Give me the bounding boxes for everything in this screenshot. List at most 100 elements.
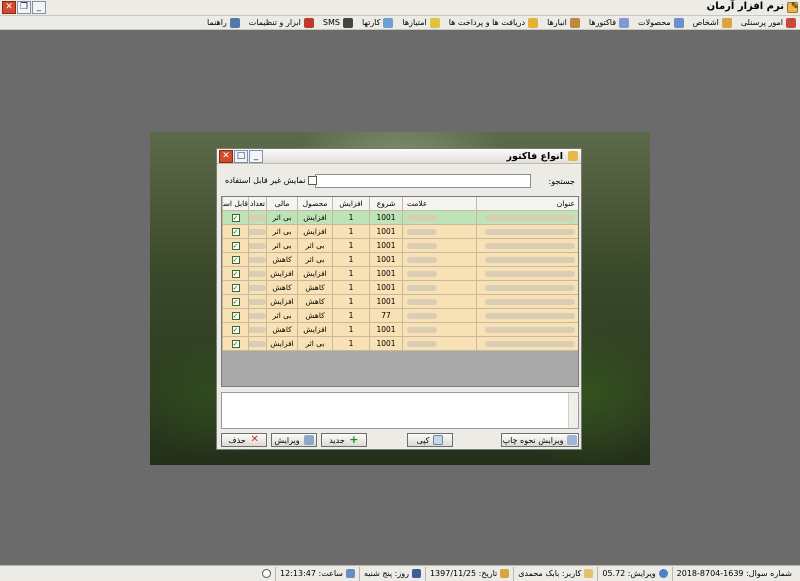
title-cell [476, 267, 578, 281]
table-row[interactable]: 1001 1 افزایش بی اثر ✓ [222, 225, 578, 239]
usable-checkbox[interactable]: ✓ [231, 326, 240, 334]
search-input[interactable] [315, 174, 531, 188]
menu-item-products[interactable]: محصولات [638, 17, 684, 28]
redacted-text [485, 271, 575, 277]
edit-icon [303, 435, 314, 445]
search-label: جستجو: [548, 177, 576, 186]
usable-cell[interactable]: ✓ [222, 295, 248, 309]
usable-checkbox[interactable]: ✓ [231, 284, 240, 292]
usable-cell[interactable]: ✓ [222, 225, 248, 239]
edit-print-layout-button[interactable]: ویرایش نحوه چاپ [501, 433, 579, 447]
menu-item-warehouse[interactable]: انبارها [547, 17, 580, 28]
restore-window-button[interactable]: ❐ [17, 1, 31, 14]
status-time: ساعت: 12:13:47 [275, 566, 359, 581]
title-cell [476, 211, 578, 225]
column-header-usable[interactable]: قابل استفاده [222, 197, 248, 211]
redacted-text [407, 341, 437, 347]
column-header-count[interactable]: تعداد [248, 197, 266, 211]
menu-item-cards[interactable]: کارتها [362, 17, 394, 28]
usable-cell[interactable]: ✓ [222, 267, 248, 281]
usable-cell[interactable]: ✓ [222, 239, 248, 253]
menu-item-people[interactable]: اشخاص [693, 17, 732, 28]
plus-icon: + [349, 433, 359, 446]
usable-checkbox[interactable]: ✓ [231, 228, 240, 236]
usable-checkbox[interactable]: ✓ [231, 340, 240, 348]
minimize-window-button[interactable]: _ [32, 1, 46, 14]
usable-cell[interactable]: ✓ [222, 253, 248, 267]
memo-scrollbar[interactable] [568, 393, 578, 428]
usable-cell[interactable]: ✓ [222, 211, 248, 225]
table-row[interactable]: 1001 1 کاهش افزایش ✓ [222, 295, 578, 309]
usable-cell[interactable]: ✓ [222, 281, 248, 295]
column-header-title[interactable]: عنوان [476, 197, 578, 211]
financial-cell: کاهش [266, 323, 297, 337]
usable-checkbox[interactable]: ✓ [231, 312, 240, 320]
menu-item-points[interactable]: امتیازها [402, 17, 440, 28]
usable-checkbox[interactable]: ✓ [231, 256, 240, 264]
redacted-text [249, 215, 266, 221]
column-header-effect[interactable]: افزایش [332, 197, 369, 211]
effect-cell: 1 [332, 295, 369, 309]
description-memo[interactable] [221, 392, 579, 429]
product-cell: افزایش [297, 225, 332, 239]
menu-item-invoices[interactable]: فاکتورها [589, 17, 630, 28]
usable-checkbox[interactable]: ✓ [231, 298, 240, 306]
menu-item-staff[interactable]: امور پرسنلی [740, 17, 796, 28]
table-row[interactable]: 1001 1 بی اثر افزایش ✓ [222, 337, 578, 351]
delete-button[interactable]: ✕ حذف [221, 433, 267, 447]
menu-item-help[interactable]: راهنما [207, 17, 240, 28]
table-row[interactable]: 1001 1 افزایش کاهش ✓ [222, 323, 578, 337]
column-header-start[interactable]: شروع [369, 197, 402, 211]
menu-item-sms[interactable]: SMS [323, 17, 353, 28]
invoices-icon [619, 17, 630, 28]
dialog-title-bar: انواع فاکتور ✕ □ _ [217, 149, 581, 164]
usable-cell[interactable]: ✓ [222, 337, 248, 351]
close-window-button[interactable]: ✕ [2, 1, 16, 14]
redacted-text [407, 271, 437, 277]
usable-checkbox[interactable]: ✓ [231, 214, 240, 222]
new-button[interactable]: + جدید [321, 433, 367, 447]
table-row[interactable]: 1001 1 افزایش بی اثر ✓ [222, 211, 578, 225]
tools-icon [303, 17, 314, 28]
copy-button[interactable]: کپی [407, 433, 453, 447]
table-row[interactable]: 77 1 کاهش بی اثر ✓ [222, 309, 578, 323]
title-cell [476, 253, 578, 267]
dialog-minimize-button[interactable]: _ [249, 150, 263, 163]
financial-cell: افزایش [266, 267, 297, 281]
table-row[interactable]: 1001 1 بی اثر بی اثر ✓ [222, 239, 578, 253]
count-cell [248, 225, 266, 239]
dialog-close-button[interactable]: ✕ [219, 150, 233, 163]
column-header-financial[interactable]: مالی [266, 197, 297, 211]
table-row[interactable]: 1001 1 بی اثر کاهش ✓ [222, 253, 578, 267]
usable-checkbox[interactable]: ✓ [231, 242, 240, 250]
effect-cell: 1 [332, 337, 369, 351]
menu-item-label: امور پرسنلی [740, 18, 783, 27]
dialog-maximize-button[interactable]: □ [234, 150, 248, 163]
invoice-types-table[interactable]: عنوان علامت شروع افزایش محصول مالی تعداد… [221, 196, 579, 387]
usable-cell[interactable]: ✓ [222, 323, 248, 337]
calendar-week-icon [345, 569, 355, 578]
status-version: ویرایش: 05.72 [597, 566, 671, 581]
effect-cell: 1 [332, 239, 369, 253]
sign-cell [402, 225, 476, 239]
redacted-text [485, 257, 575, 263]
column-header-product[interactable]: محصول [297, 197, 332, 211]
products-icon [673, 17, 684, 28]
column-header-sign[interactable]: علامت [402, 197, 476, 211]
show-unusable-toggle[interactable]: نمایش غیر قابل استفاده [225, 176, 318, 185]
menu-bar: امور پرسنلی اشخاص محصولات فاکتورها انبارها در… [0, 16, 800, 30]
redacted-text [249, 313, 266, 319]
show-unusable-checkbox[interactable] [308, 176, 318, 185]
menu-item-tools[interactable]: ابزار و تنظیمات [249, 17, 314, 28]
edit-button[interactable]: ویرایش [271, 433, 317, 447]
redacted-text [485, 341, 575, 347]
usable-cell[interactable]: ✓ [222, 309, 248, 323]
redacted-text [485, 229, 575, 235]
clock-icon [262, 569, 272, 578]
table-row[interactable]: 1001 1 کاهش کاهش ✓ [222, 281, 578, 295]
usable-checkbox[interactable]: ✓ [231, 270, 240, 278]
table-row[interactable]: 1001 1 افزایش افزایش ✓ [222, 267, 578, 281]
menu-item-label: انبارها [547, 18, 567, 27]
effect-cell: 1 [332, 281, 369, 295]
menu-item-payments[interactable]: دریافت ها و پرداخت ها [449, 17, 539, 28]
